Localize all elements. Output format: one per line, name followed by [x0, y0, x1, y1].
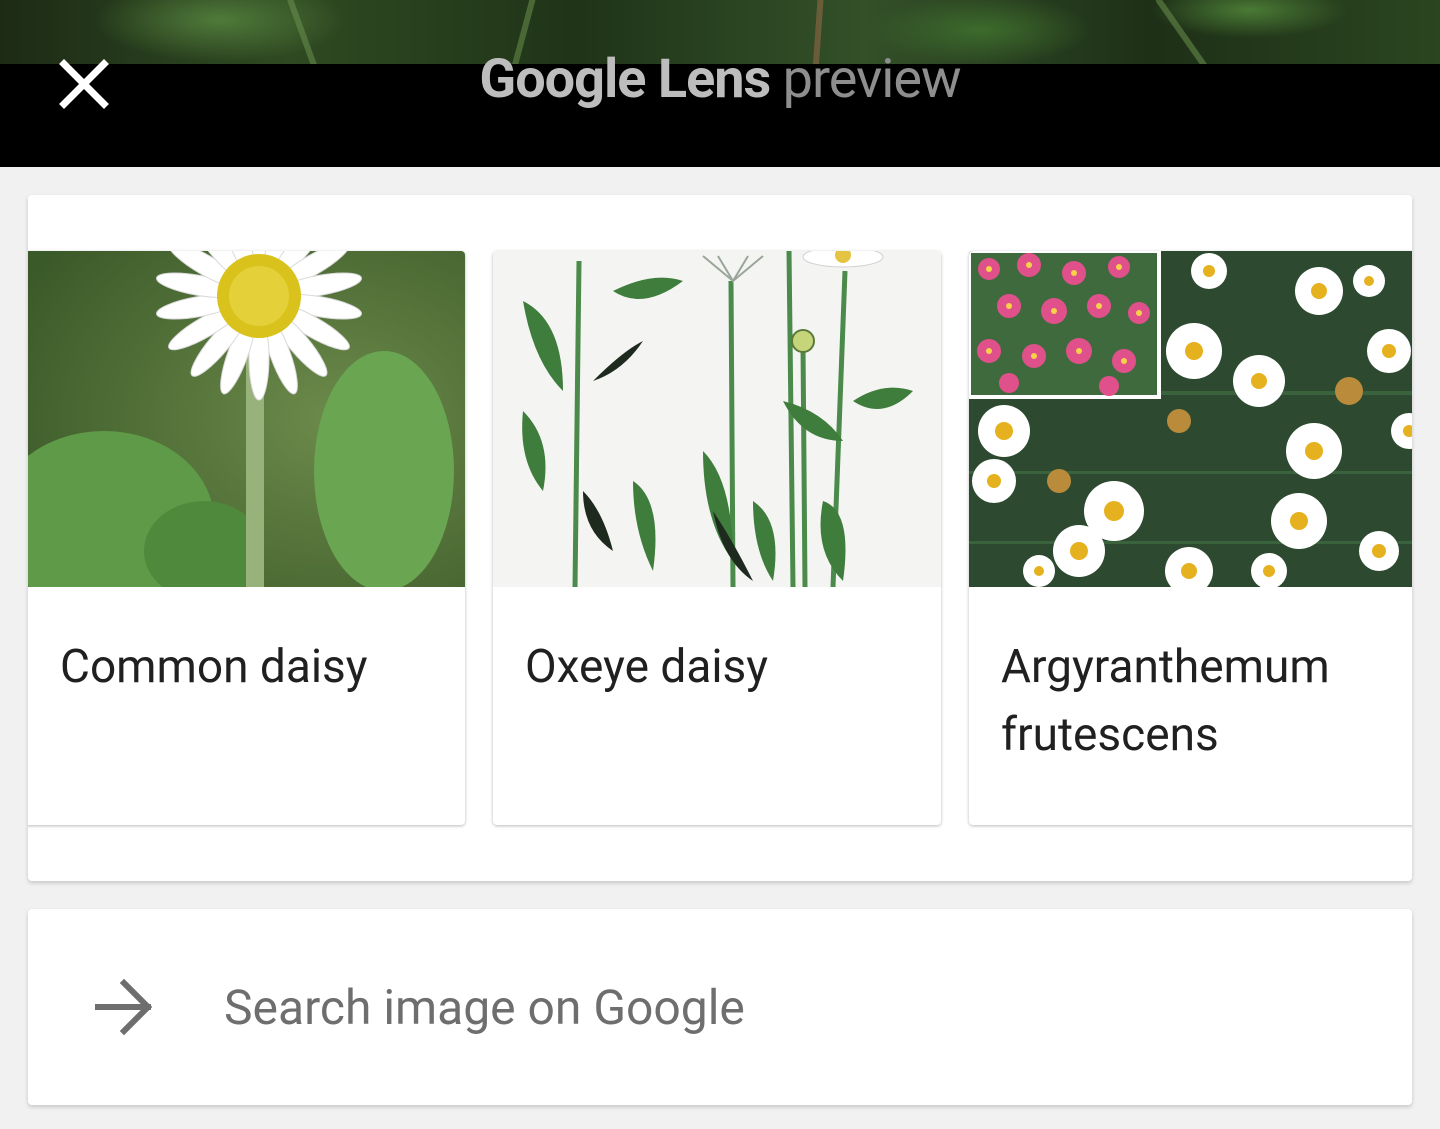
- result-card-argyranthemum-frutescens[interactable]: Argyranthemum frutescens: [969, 251, 1412, 825]
- search-image-label: Search image on Google: [224, 979, 745, 1036]
- result-card-oxeye-daisy[interactable]: Oxeye daisy: [493, 251, 941, 825]
- title-brand: Google Lens: [479, 48, 771, 111]
- result-image-argyranthemum-frutescens: [969, 251, 1412, 587]
- result-label: Oxeye daisy: [525, 640, 769, 694]
- result-card-common-daisy[interactable]: Common daisy: [28, 251, 465, 825]
- title-suffix: preview: [770, 48, 962, 111]
- arrow-right-icon: [95, 978, 153, 1036]
- result-image-common-daisy: [28, 251, 465, 587]
- page-title: Google Lens preview: [0, 48, 1440, 111]
- results-panel: Common daisy Oxeye daisy Argyranthemum f…: [28, 195, 1412, 881]
- result-label: Common daisy: [60, 640, 368, 694]
- result-image-oxeye-daisy: [493, 251, 941, 587]
- search-image-button[interactable]: Search image on Google: [28, 909, 1412, 1105]
- result-label: Argyranthemum frutescens: [1001, 640, 1330, 762]
